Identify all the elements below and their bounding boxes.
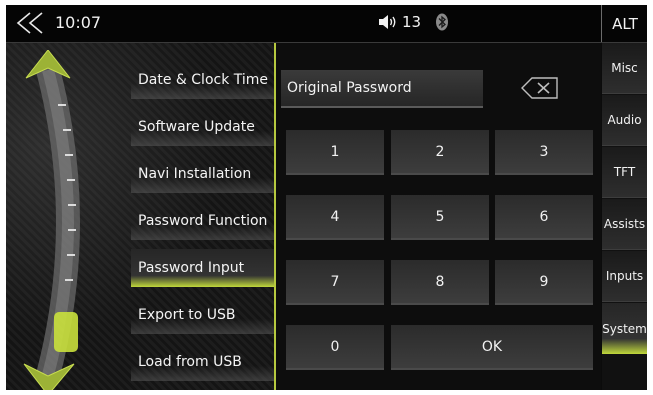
key-label: 7 (330, 273, 340, 290)
menu-item-label: Password Function (138, 213, 268, 229)
tab-label: Audio (607, 113, 642, 127)
menu-item-label: Date & Clock Time (138, 72, 269, 88)
key-label: 4 (330, 208, 340, 225)
key-7[interactable]: 7 (286, 260, 384, 305)
tab-label: System (602, 321, 647, 336)
tab-inputs[interactable]: Inputs (602, 251, 647, 302)
tab-audio[interactable]: Audio (602, 95, 647, 146)
key-label: 6 (539, 208, 549, 225)
key-8[interactable]: 8 (391, 260, 489, 305)
menu-item-date-clock-time[interactable]: Date & Clock Time (131, 61, 274, 99)
tab-assists[interactable]: Assists (602, 199, 647, 250)
tab-misc[interactable]: Misc (602, 43, 647, 94)
key-5[interactable]: 5 (391, 195, 489, 240)
key-label: 9 (539, 273, 549, 290)
backspace-button[interactable] (520, 76, 560, 100)
speaker-volume-icon (379, 15, 396, 29)
double-chevron-left-icon (16, 12, 43, 34)
password-keypad: Original Password 1 2 3 4 5 6 7 8 9 0 OK (276, 43, 601, 390)
key-label: 8 (435, 273, 445, 290)
key-6[interactable]: 6 (495, 195, 593, 240)
menu-item-label: Load from USB (138, 354, 242, 370)
password-input-field[interactable]: Original Password (281, 70, 483, 108)
tab-label: TFT (613, 165, 636, 179)
tab-label: Inputs (605, 269, 644, 283)
tab-tft[interactable]: TFT (602, 147, 647, 198)
key-3[interactable]: 3 (495, 130, 593, 175)
head-unit-screen: 10:07 13 ALT Date & Clock Time Software … (6, 5, 647, 390)
clock-time: 10:07 (55, 13, 102, 32)
key-1[interactable]: 1 (286, 130, 384, 175)
key-0[interactable]: 0 (286, 325, 384, 370)
key-label: 2 (435, 143, 445, 160)
key-label: 0 (330, 338, 340, 355)
key-9[interactable]: 9 (495, 260, 593, 305)
tab-label: Misc (611, 61, 638, 75)
menu-item-navi-installation[interactable]: Navi Installation (131, 155, 274, 193)
volume-level: 13 (402, 13, 422, 31)
menu-item-label: Export to USB (138, 307, 236, 323)
menu-item-label: Password Input (138, 260, 245, 276)
menu-item-software-update[interactable]: Software Update (131, 108, 274, 146)
scroll-arc-control[interactable] (18, 50, 118, 390)
mode-button[interactable]: ALT (601, 5, 647, 42)
key-2[interactable]: 2 (391, 130, 489, 175)
scroll-position-indicator (54, 312, 78, 352)
menu-item-password-function[interactable]: Password Function (131, 202, 274, 240)
key-label: 1 (330, 143, 340, 160)
tab-system[interactable]: System (602, 303, 647, 354)
mode-label: ALT (612, 14, 638, 33)
bluetooth-icon (436, 13, 449, 31)
key-label: 3 (539, 143, 549, 160)
ok-button[interactable]: OK (391, 325, 593, 370)
status-bar: 10:07 13 ALT (6, 5, 647, 43)
menu-item-export-to-usb[interactable]: Export to USB (131, 296, 274, 334)
menu-item-label: Navi Installation (138, 166, 252, 182)
backspace-icon (521, 77, 558, 99)
category-tabs: Misc Audio TFT Assists Inputs System (602, 43, 647, 390)
key-label: 5 (435, 208, 445, 225)
menu-item-load-from-usb[interactable]: Load from USB (131, 343, 274, 381)
volume-indicator: 13 (378, 13, 449, 31)
tab-label: Assists (603, 217, 646, 231)
menu-item-password-input[interactable]: Password Input (131, 249, 274, 287)
password-field-label: Original Password (287, 80, 412, 96)
back-button[interactable] (12, 11, 48, 35)
menu-item-label: Software Update (138, 119, 255, 135)
key-4[interactable]: 4 (286, 195, 384, 240)
ok-label: OK (481, 338, 503, 355)
